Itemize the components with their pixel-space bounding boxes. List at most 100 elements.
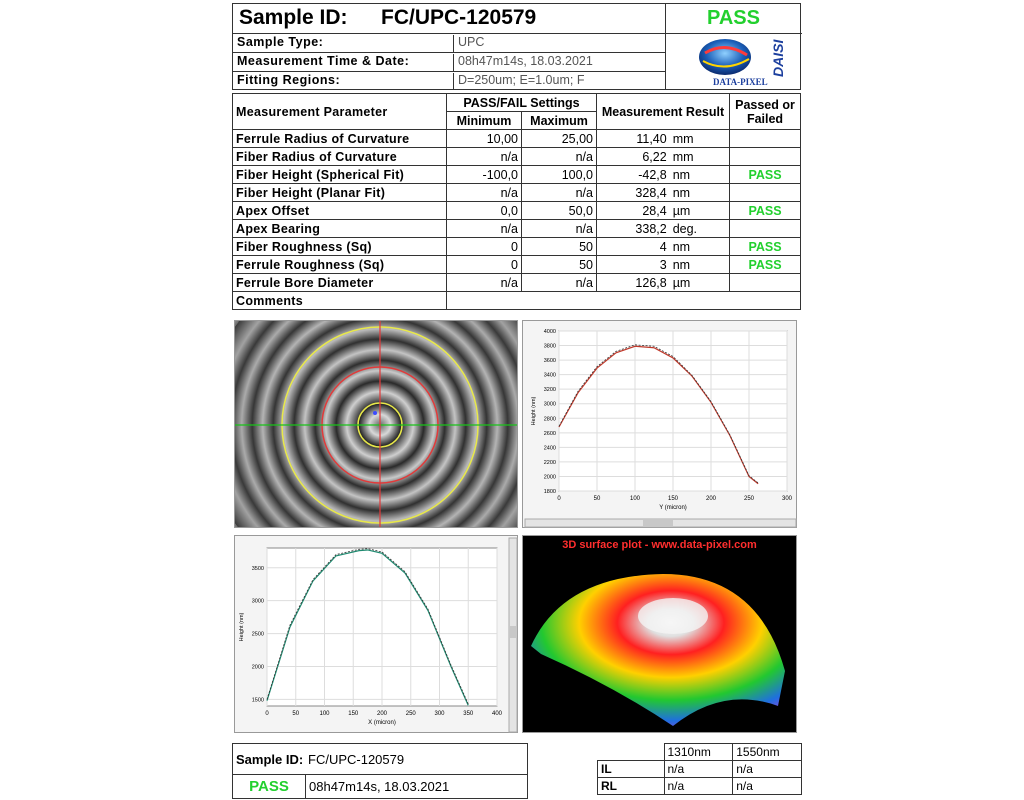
y-tick-label: 3200: [544, 387, 556, 393]
y-tick-label: 3000: [544, 402, 556, 408]
pass-fail-value: [729, 273, 801, 292]
y-tick-label: 2400: [544, 445, 556, 451]
header-settings: PASS/FAIL Settings: [446, 93, 597, 112]
loss-cell: n/a: [663, 760, 734, 778]
parameter-name: Apex Bearing: [232, 219, 447, 238]
minimum-value: 0: [446, 237, 522, 256]
parameter-name: Fiber Height (Spherical Fit): [232, 165, 447, 184]
header-result: Measurement Result: [596, 93, 730, 130]
loss-header-row: 1310nm 1550nm: [597, 743, 802, 761]
loss-col-1550: 1550nm: [732, 743, 802, 761]
result-unit: µm: [669, 201, 730, 220]
minimum-value: 10,00: [446, 129, 522, 148]
report-header: Sample ID: FC/UPC-120579 PASS Sample Typ…: [232, 3, 802, 90]
result-value: 4: [595, 237, 670, 256]
pass-fail-value: [729, 129, 801, 148]
loss-row-label: RL: [597, 777, 665, 795]
scrollbar-thumb[interactable]: [643, 520, 673, 526]
y-tick-label: 2500: [252, 632, 264, 638]
pass-fail-value: PASS: [729, 165, 801, 184]
sample-type-row: Sample Type: UPC: [233, 33, 666, 53]
y-tick-label: 1800: [544, 489, 556, 495]
footer-sample-row: Sample ID: FC/UPC-120579: [233, 744, 527, 775]
y-tick-label: 4000: [544, 329, 556, 335]
fitting-regions-row: Fitting Regions: D=250um; E=1.0um; F: [233, 71, 666, 90]
footer-sample-box: Sample ID: FC/UPC-120579 PASS 08h47m14s,…: [232, 743, 528, 799]
fitting-regions-label: Fitting Regions:: [237, 73, 341, 87]
loss-col-1310: 1310nm: [663, 743, 734, 761]
loss-cell: n/a: [732, 760, 802, 778]
maximum-value: n/a: [521, 183, 597, 202]
table-row: Apex Bearing n/a n/a 338,2 deg.: [232, 219, 801, 238]
x-tick-label: 400: [492, 711, 503, 717]
x-tick-label: 0: [265, 711, 269, 717]
header-minimum: Minimum: [446, 111, 522, 130]
result-unit: nm: [669, 183, 730, 202]
pass-fail-value: PASS: [729, 255, 801, 274]
sample-id-value: FC/UPC-120579: [381, 6, 537, 29]
x-tick-label: 150: [348, 711, 359, 717]
interferogram-image: [234, 320, 518, 528]
measurement-rows: Ferrule Radius of Curvature 10,00 25,00 11,…: [232, 129, 801, 292]
x-axis-label: Y (micron): [659, 505, 687, 511]
y-tick-label: 1500: [252, 697, 264, 703]
y-tick-label: 3800: [544, 344, 556, 350]
header-parameter: Measurement Parameter: [232, 93, 447, 130]
loss-cell: n/a: [732, 777, 802, 795]
loss-table: 1310nm 1550nm IL n/a n/a RL n/a n/a: [597, 743, 802, 795]
scrollbar-thumb[interactable]: [510, 626, 516, 638]
x-tick-label: 300: [434, 711, 445, 717]
sample-id-row: Sample ID: FC/UPC-120579: [233, 4, 666, 34]
header-result-text: Measurement Result: [601, 104, 725, 119]
footer-sample-id-value: FC/UPC-120579: [308, 752, 405, 767]
result-value: 11,40: [595, 129, 670, 148]
data-pixel-logo: DATA-PIXEL DAISI: [665, 33, 802, 90]
result-unit: mm: [669, 147, 730, 166]
fitting-regions-value: D=250um; E=1.0um; F: [453, 73, 584, 90]
y-tick-label: 2600: [544, 431, 556, 437]
x-tick-label: 300: [782, 496, 793, 502]
y-tick-label: 3500: [252, 566, 264, 572]
x-tick-label: 100: [319, 711, 330, 717]
measurement-time-row: Measurement Time & Date: 08h47m14s, 18.0…: [233, 52, 666, 72]
loss-cell: n/a: [663, 777, 734, 795]
minimum-value: -100,0: [446, 165, 522, 184]
parameter-name: Fiber Radius of Curvature: [232, 147, 447, 166]
footer-sample-id-label: Sample ID:: [236, 752, 304, 767]
x-tick-label: 150: [668, 496, 679, 502]
parameter-name: Ferrule Roughness (Sq): [232, 255, 447, 274]
minimum-value: n/a: [446, 219, 522, 238]
y-tick-label: 3000: [252, 599, 264, 605]
comments-label: Comments: [232, 291, 447, 310]
x-axis-label: X (micron): [368, 720, 396, 726]
maximum-value: 100,0: [521, 165, 597, 184]
table-row: Fiber Roughness (Sq) 0 50 4 nm PASS: [232, 237, 801, 256]
parameter-name: Fiber Roughness (Sq): [232, 237, 447, 256]
footer-status-badge: PASS: [233, 775, 306, 799]
maximum-value: 50,0: [521, 201, 597, 220]
logo-side-text: DAISI: [770, 39, 786, 77]
y-axis-label: Height (nm): [531, 396, 537, 425]
pass-fail-value: PASS: [729, 201, 801, 220]
minimum-value: 0: [446, 255, 522, 274]
height-profile-y-chart: 0 50 100 150 200 250 300 1800 2000 2200 2400 2600 28…: [522, 320, 797, 528]
y-axis-label: Height (nm): [239, 612, 245, 641]
pass-fail-value: [729, 183, 801, 202]
maximum-value: n/a: [521, 219, 597, 238]
loss-corner: [597, 743, 665, 761]
maximum-value: 50: [521, 255, 597, 274]
logo-text: DATA-PIXEL: [713, 77, 768, 87]
sample-id-label: Sample ID:: [239, 6, 348, 29]
maximum-value: 50: [521, 237, 597, 256]
surface-plot: 3D surface plot - www.data-pixel.com: [522, 535, 797, 733]
x-tick-label: 100: [630, 496, 641, 502]
table-row: Fiber Height (Planar Fit) n/a n/a 328,4 nm: [232, 183, 801, 202]
x-tick-label: 200: [377, 711, 388, 717]
surface-plot-title: 3D surface plot - www.data-pixel.com: [562, 539, 757, 551]
parameter-name: Ferrule Bore Diameter: [232, 273, 447, 292]
y-tick-label: 2800: [544, 416, 556, 422]
header-maximum: Maximum: [521, 111, 597, 130]
result-value: 28,4: [595, 201, 670, 220]
table-row: Fiber Radius of Curvature n/a n/a 6,22 mm: [232, 147, 801, 166]
sample-type-label: Sample Type:: [237, 35, 324, 49]
